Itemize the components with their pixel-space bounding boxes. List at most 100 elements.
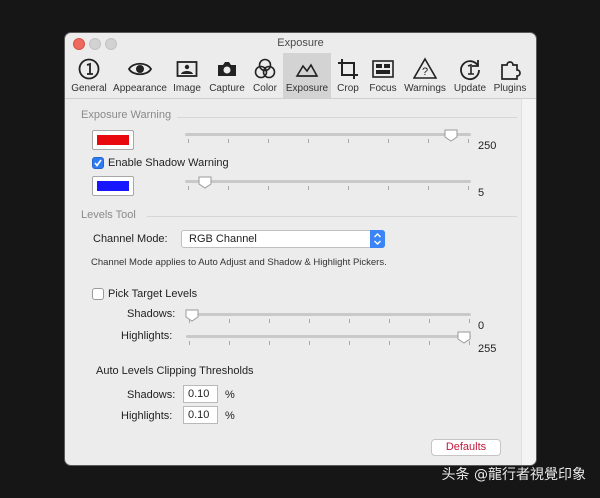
exposure-mountain-icon: [295, 63, 319, 77]
crop-icon: [338, 59, 358, 79]
slider-tick: [428, 139, 429, 143]
shadow-warning-value: 5: [478, 187, 485, 199]
slider-tick: [308, 139, 309, 143]
enable-shadow-warning-checkbox[interactable]: [92, 157, 104, 169]
clip-highlights-field[interactable]: 0.10: [183, 406, 218, 424]
slider-knob[interactable]: [198, 176, 212, 189]
slider-tick: [388, 186, 389, 190]
slider-tick: [228, 186, 229, 190]
tab-appearance[interactable]: Appearance: [111, 53, 169, 98]
tab-capture[interactable]: Capture: [206, 53, 248, 98]
slider-tick: [189, 341, 190, 345]
percent-label: %: [225, 410, 235, 422]
puzzle-icon: [501, 61, 521, 80]
target-shadows-value: 0: [478, 320, 485, 332]
slider-tick: [468, 139, 469, 143]
slider-knob[interactable]: [444, 129, 458, 142]
slider-tick: [308, 186, 309, 190]
watermark-text: 头条 @龍行者視覺印象: [441, 467, 586, 483]
slider-tick: [388, 139, 389, 143]
tab-label: Color: [253, 83, 277, 94]
channel-mode-help-text: Channel Mode applies to Auto Adjust and …: [91, 257, 387, 268]
slider-tick: [309, 341, 310, 345]
close-button[interactable]: [73, 38, 85, 50]
tab-label: Capture: [209, 83, 245, 94]
tab-color[interactable]: Color: [249, 53, 281, 98]
slider-tick: [349, 341, 350, 345]
section-title-exposure-warning: Exposure Warning: [81, 109, 172, 121]
slider-tick: [228, 139, 229, 143]
channel-mode-popup[interactable]: RGB Channel: [181, 230, 385, 248]
pick-target-levels-checkbox[interactable]: [92, 288, 104, 300]
target-shadows-label: Shadows:: [127, 308, 176, 320]
slider-knob[interactable]: [185, 309, 199, 322]
tab-crop[interactable]: Crop: [333, 53, 363, 98]
highlight-warning-value: 250: [478, 140, 497, 152]
scrollbar[interactable]: [521, 99, 536, 465]
info-circle-icon: [78, 58, 100, 80]
slider-tick: [429, 319, 430, 323]
enable-shadow-warning-label: Enable Shadow Warning: [108, 157, 229, 169]
tab-image[interactable]: Image: [171, 53, 203, 98]
chevron-updown-icon: [370, 230, 385, 248]
slider-track: [185, 133, 471, 136]
slider-tick: [269, 341, 270, 345]
preferences-toolbar: General Appearance Image Capture Color E…: [65, 53, 536, 99]
pick-target-levels-label: Pick Target Levels: [108, 288, 198, 300]
tab-update[interactable]: Update: [450, 53, 490, 98]
window-title: Exposure: [277, 37, 324, 49]
section-divider: [147, 216, 517, 217]
slider-knob[interactable]: [457, 331, 471, 344]
slider-tick: [348, 139, 349, 143]
tab-plugins[interactable]: Plugins: [491, 53, 529, 98]
tab-label: Update: [453, 83, 487, 94]
slider-tick: [188, 186, 189, 190]
slider-track: [186, 313, 471, 316]
tab-label: General: [71, 83, 107, 94]
clip-highlights-label: Highlights:: [121, 410, 173, 422]
zoom-button[interactable]: [105, 38, 117, 50]
clip-shadows-field[interactable]: 0.10: [183, 385, 218, 403]
shadow-warning-color-well[interactable]: [92, 176, 134, 196]
checkmark-icon: [94, 159, 102, 167]
channel-mode-label: Channel Mode:: [93, 233, 168, 245]
tab-label: Warnings: [404, 83, 446, 94]
slider-tick: [468, 186, 469, 190]
tab-label: Focus: [369, 83, 397, 94]
preferences-window: Exposure General Appearance Image Captur…: [65, 33, 536, 465]
minimize-button[interactable]: [89, 38, 101, 50]
percent-label: %: [225, 389, 235, 401]
highlight-warning-color-well[interactable]: [92, 130, 134, 150]
image-icon: [176, 61, 198, 77]
focus-icon: [372, 60, 394, 78]
section-divider: [177, 117, 517, 118]
color-fill: [97, 135, 129, 145]
target-highlights-value: 255: [478, 343, 497, 355]
defaults-button[interactable]: Defaults: [431, 439, 501, 456]
tab-label: Appearance: [113, 83, 167, 94]
slider-tick: [268, 139, 269, 143]
slider-tick: [188, 139, 189, 143]
slider-tick: [229, 319, 230, 323]
slider-tick: [349, 319, 350, 323]
tab-general[interactable]: General: [68, 53, 110, 98]
slider-tick: [469, 319, 470, 323]
tab-exposure[interactable]: Exposure: [283, 53, 331, 98]
target-highlights-label: Highlights:: [121, 330, 173, 342]
tab-label: Crop: [337, 83, 359, 94]
tab-label: Image: [173, 83, 201, 94]
clip-shadows-label: Shadows:: [127, 389, 176, 401]
slider-track: [186, 335, 471, 338]
eye-icon: [128, 62, 152, 76]
update-icon: [460, 60, 480, 80]
slider-track: [185, 180, 471, 183]
color-circles-icon: [254, 58, 276, 79]
section-title-levels-tool: Levels Tool: [81, 209, 136, 221]
tab-warnings[interactable]: ? Warnings: [402, 53, 448, 98]
slider-tick: [389, 319, 390, 323]
slider-tick: [309, 319, 310, 323]
svg-text:?: ?: [422, 66, 428, 78]
channel-mode-value: RGB Channel: [189, 233, 257, 245]
slider-tick: [229, 341, 230, 345]
tab-focus[interactable]: Focus: [365, 53, 401, 98]
